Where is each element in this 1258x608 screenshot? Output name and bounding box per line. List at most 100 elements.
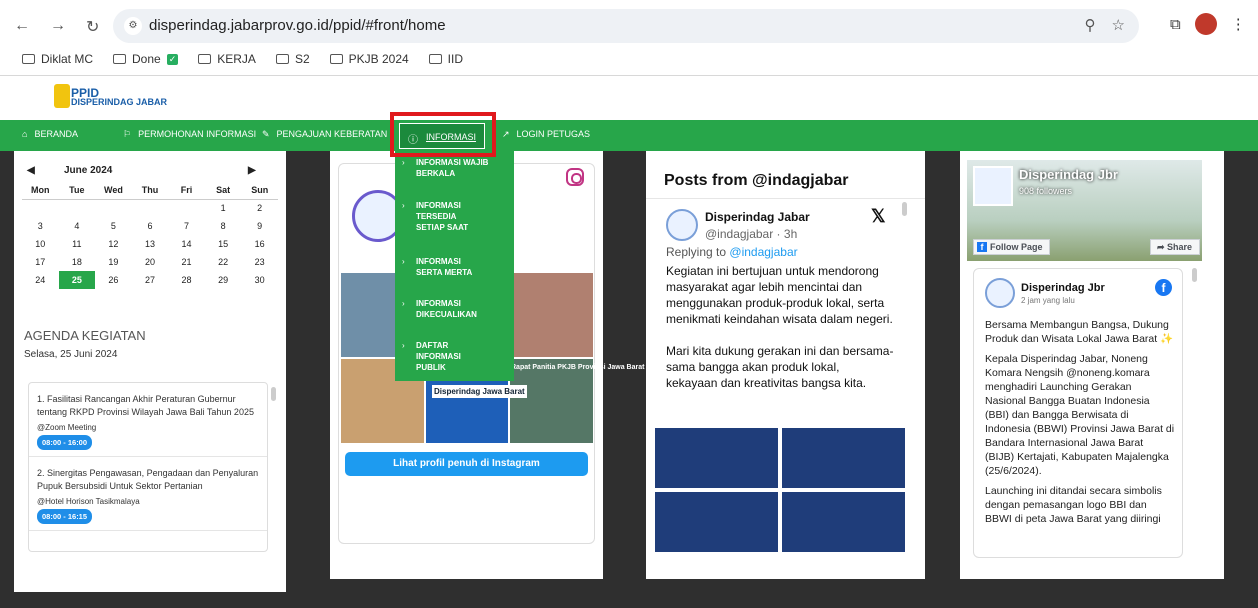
address-bar[interactable]: ⚙ disperindag.jabarprov.go.id/ppid/#fron…	[113, 9, 1139, 43]
facebook-post-author[interactable]: Disperindag Jbr	[1021, 282, 1105, 294]
calendar-day[interactable]	[132, 199, 169, 217]
calendar-day[interactable]	[22, 199, 59, 217]
profile-avatar[interactable]	[1194, 13, 1217, 35]
calendar-day[interactable]: 2	[241, 199, 278, 217]
forward-icon[interactable]: →	[50, 17, 66, 37]
calendar-day[interactable]: 24	[22, 271, 59, 289]
next-month-icon[interactable]: ▶	[248, 165, 256, 176]
agenda-scrollbar[interactable]	[271, 387, 276, 401]
calendar-day[interactable]: 12	[95, 235, 132, 253]
bookmark-item[interactable]: Done ✓	[113, 52, 179, 66]
facebook-logo-icon[interactable]: f	[1155, 279, 1172, 296]
bookmark-star-icon[interactable]: ☆	[1112, 16, 1125, 34]
agenda-item-location: @Zoom Meeting	[37, 423, 97, 432]
prev-month-icon[interactable]: ◀	[27, 165, 35, 176]
instagram-post-label: Disperindag Jawa Barat	[432, 385, 527, 398]
calendar-day[interactable]: 11	[59, 235, 96, 253]
tweet-image[interactable]	[782, 492, 905, 552]
bookmark-item[interactable]: KERJA	[198, 52, 256, 66]
agenda-item[interactable]: 2. Sinergitas Pengawasan, Pengadaan dan …	[29, 457, 267, 531]
calendar-day[interactable]: 10	[22, 235, 59, 253]
menu-item-wajib-berkala[interactable]: › INFORMASI WAJIB BERKALA	[402, 157, 500, 179]
instagram-profile-button[interactable]: Lihat profil penuh di Instagram	[345, 452, 588, 476]
site-info-icon[interactable]: ⚙	[124, 17, 142, 35]
calendar-day-today[interactable]: 25	[58, 271, 96, 289]
nav-beranda[interactable]: ⌂ BERANDA	[22, 129, 78, 139]
x-logo-icon[interactable]: 𝕏	[871, 206, 886, 227]
calendar-day[interactable]: 19	[95, 253, 132, 271]
calendar-day[interactable]: 9	[241, 217, 278, 235]
menu-item-tersedia-setiap-saat[interactable]: › INFORMASI TERSEDIA SETIAP SAAT	[402, 200, 476, 233]
chevron-right-icon: ›	[402, 299, 405, 308]
tweet-image[interactable]	[655, 492, 778, 552]
twitter-author-name[interactable]: Disperindag Jabar	[705, 210, 810, 224]
instagram-icon[interactable]	[566, 168, 584, 186]
facebook-post-time[interactable]: 2 jam yang lalu	[1021, 296, 1075, 305]
facebook-page-name[interactable]: Disperindag Jbr	[1019, 167, 1118, 182]
more-menu-icon[interactable]: ⋮	[1231, 15, 1246, 33]
calendar-day[interactable]: 23	[241, 253, 278, 271]
bookmark-item[interactable]: PKJB 2024	[329, 52, 409, 66]
reply-target-link[interactable]: @indagjabar	[729, 245, 797, 259]
calendar-day[interactable]: 14	[168, 235, 205, 253]
instagram-photo[interactable]	[510, 273, 593, 357]
calendar-day[interactable]	[168, 199, 205, 217]
bookmark-item[interactable]: IID	[428, 52, 463, 66]
calendar-day[interactable]: 21	[168, 253, 205, 271]
follow-page-button[interactable]: Follow Page	[973, 239, 1050, 255]
menu-item-serta-merta[interactable]: › INFORMASI SERTA MERTA	[402, 256, 476, 278]
ppid-logo-icon[interactable]	[54, 84, 70, 108]
calendar-day[interactable]: 8	[205, 217, 242, 235]
reload-icon[interactable]: ↻	[86, 17, 99, 37]
calendar-day[interactable]: 7	[168, 217, 205, 235]
agenda-item-location: @Hotel Horison Tasikmalaya	[37, 497, 140, 506]
extensions-icon[interactable]: ⧉	[1170, 16, 1181, 33]
calendar-day[interactable]: 15	[205, 235, 242, 253]
facebook-scrollbar[interactable]	[1192, 268, 1197, 282]
facebook-post-avatar[interactable]	[985, 278, 1015, 308]
nav-login-petugas[interactable]: ↗ LOGIN PETUGAS	[502, 129, 590, 140]
site-header: PPID DISPERINDAG JABAR	[0, 76, 1258, 120]
zoom-icon[interactable]: ⚲	[1085, 16, 1096, 34]
calendar-day[interactable]: 6	[132, 217, 169, 235]
edit-icon: ✎	[262, 129, 270, 139]
share-button[interactable]: ➦ Share	[1150, 239, 1200, 255]
nav-permohonan-informasi[interactable]: ⚐ PERMOHONAN INFORMASI	[123, 129, 256, 140]
calendar-day[interactable]: 5	[95, 217, 132, 235]
calendar-day[interactable]: 17	[22, 253, 59, 271]
calendar-day[interactable]: 26	[95, 271, 132, 289]
tweet-body: Kegiatan ini bertujuan untuk mendorong m…	[666, 263, 894, 407]
bookmark-item[interactable]: Diklat MC	[22, 52, 93, 66]
calendar-day[interactable]: 4	[59, 217, 96, 235]
calendar-day[interactable]: 16	[241, 235, 278, 253]
logo-subtitle[interactable]: DISPERINDAG JABAR	[71, 97, 167, 107]
calendar-day[interactable]	[95, 199, 132, 217]
url-text[interactable]: disperindag.jabarprov.go.id/ppid/#front/…	[149, 17, 446, 34]
calendar-day[interactable]: 29	[205, 271, 242, 289]
twitter-avatar[interactable]	[666, 209, 698, 241]
menu-item-dikecualikan[interactable]: › INFORMASI DIKECUALIKAN	[402, 298, 496, 320]
calendar-header: ◀ June 2024 ▶	[24, 165, 274, 179]
menu-item-daftar-informasi-publik[interactable]: › DAFTAR INFORMASI PUBLIK	[402, 340, 476, 373]
calendar-day[interactable]: 1	[205, 199, 242, 217]
facebook-page-avatar[interactable]	[973, 166, 1013, 206]
calendar-day[interactable]: 20	[132, 253, 169, 271]
tweet-image[interactable]	[782, 428, 905, 488]
nav-pengajuan-keberatan[interactable]: ✎ PENGAJUAN KEBERATAN	[262, 129, 387, 140]
day-header: Tue	[58, 181, 96, 200]
calendar-day[interactable]: 28	[168, 271, 205, 289]
twitter-handle[interactable]: @indagjabar · 3h	[705, 227, 797, 241]
calendar-day[interactable]	[59, 199, 96, 217]
calendar-day[interactable]: 27	[132, 271, 169, 289]
back-icon[interactable]: ←	[14, 17, 30, 37]
calendar-day[interactable]: 18	[59, 253, 96, 271]
calendar-day[interactable]: 22	[205, 253, 242, 271]
calendar-day[interactable]: 13	[132, 235, 169, 253]
calendar-day[interactable]: 3	[22, 217, 59, 235]
calendar-day[interactable]: 30	[241, 271, 278, 289]
agenda-list[interactable]: 1. Fasilitasi Rancangan Akhir Peraturan …	[28, 382, 268, 552]
tweet-image[interactable]	[655, 428, 778, 488]
twitter-scrollbar[interactable]	[902, 202, 907, 216]
bookmark-item[interactable]: S2	[275, 52, 310, 66]
agenda-item[interactable]: 1. Fasilitasi Rancangan Akhir Peraturan …	[29, 383, 267, 457]
